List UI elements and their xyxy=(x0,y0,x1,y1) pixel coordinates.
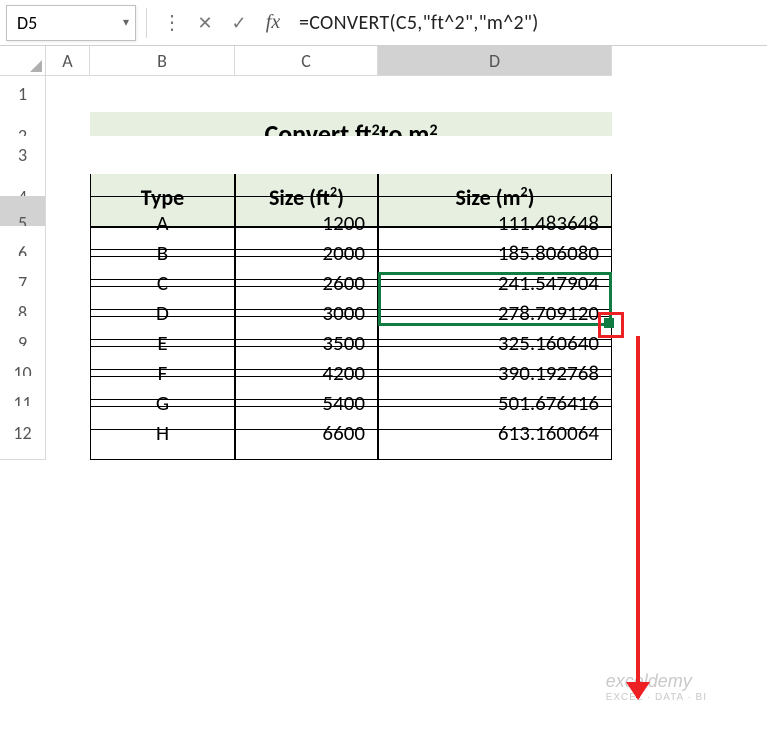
autofill-arrow xyxy=(636,336,640,698)
col-head-a[interactable]: A xyxy=(46,46,90,76)
spreadsheet-grid[interactable]: A B C D 1 2 Convert ft2 to m2 3 4 Type S… xyxy=(0,46,767,436)
row-head-12[interactable]: 12 xyxy=(0,406,46,460)
cancel-icon[interactable]: ✕ xyxy=(191,9,219,37)
formula-bar-row: D5 ▾ ⋮ ✕ ✓ fx xyxy=(0,0,767,46)
separator xyxy=(146,8,147,38)
col-head-c[interactable]: C xyxy=(235,46,378,76)
watermark: exceldemy EXCEL · DATA · BI xyxy=(606,671,707,703)
chevron-down-icon[interactable]: ▾ xyxy=(123,15,129,30)
watermark-tag: EXCEL · DATA · BI xyxy=(606,692,707,703)
select-all-corner[interactable] xyxy=(0,46,46,76)
more-icon[interactable]: ⋮ xyxy=(157,9,185,37)
cell-d12[interactable]: 613.160064 xyxy=(378,406,612,460)
cell-b12[interactable]: H xyxy=(90,406,235,460)
fx-icon[interactable]: fx xyxy=(259,9,287,37)
formula-input[interactable] xyxy=(293,5,761,41)
enter-icon[interactable]: ✓ xyxy=(225,9,253,37)
col-head-b[interactable]: B xyxy=(90,46,235,76)
cell-c12[interactable]: 6600 xyxy=(235,406,378,460)
watermark-brand: exceldemy xyxy=(606,671,692,691)
col-head-d[interactable]: D xyxy=(378,46,612,76)
name-box-value: D5 xyxy=(17,12,37,34)
name-box[interactable]: D5 ▾ xyxy=(6,5,136,41)
